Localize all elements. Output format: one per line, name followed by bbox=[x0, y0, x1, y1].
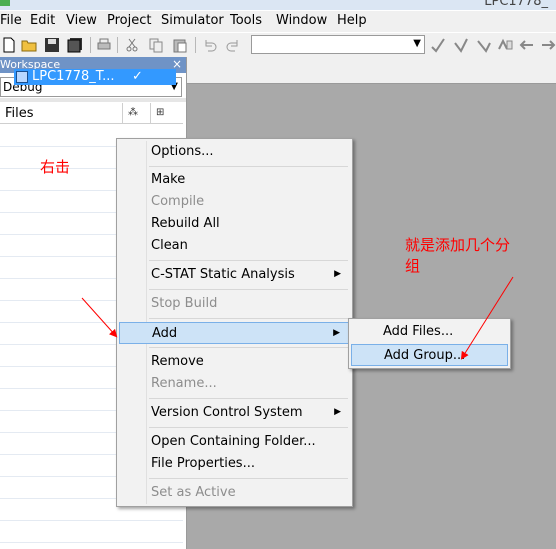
workspace-divider bbox=[0, 98, 186, 102]
menu-separator bbox=[149, 289, 348, 290]
menu-item-label: Version Control System bbox=[151, 405, 303, 420]
menu-tools[interactable]: Tools bbox=[230, 13, 262, 28]
options-column-icon[interactable]: ⊞ bbox=[156, 107, 164, 118]
annotation-add-group-line2: 组 bbox=[405, 257, 421, 275]
app-icon bbox=[0, 0, 10, 6]
menu-view[interactable]: View bbox=[66, 13, 97, 28]
undo-icon[interactable] bbox=[202, 37, 218, 53]
copy-icon[interactable] bbox=[148, 37, 164, 53]
add-submenu: Add Files... Add Group... bbox=[348, 318, 511, 369]
paste-icon[interactable] bbox=[172, 37, 188, 53]
menu-item-add-group[interactable]: Add Group... bbox=[351, 344, 508, 366]
print-icon[interactable] bbox=[96, 37, 112, 53]
files-header-label: Files bbox=[5, 106, 34, 121]
search-combo[interactable]: ▼ bbox=[251, 35, 425, 54]
menu-item-make[interactable]: Make bbox=[119, 169, 350, 191]
menu-item-version-control[interactable]: Version Control System ▶ bbox=[119, 402, 350, 424]
menu-edit[interactable]: Edit bbox=[30, 13, 55, 28]
menu-item-compile[interactable]: Compile bbox=[119, 191, 350, 213]
open-folder-icon[interactable] bbox=[21, 37, 37, 53]
menu-item-c-stat[interactable]: C-STAT Static Analysis ▶ bbox=[119, 264, 350, 286]
next-bookmark-icon[interactable] bbox=[476, 37, 492, 53]
navigate-back-icon[interactable] bbox=[519, 37, 535, 53]
save-icon[interactable] bbox=[44, 37, 60, 53]
context-menu: Options... Make Compile Rebuild All Clea… bbox=[116, 138, 353, 507]
cut-icon[interactable] bbox=[124, 37, 140, 53]
submenu-arrow-icon: ▶ bbox=[333, 328, 340, 338]
menu-item-rebuild-all[interactable]: Rebuild All bbox=[119, 213, 350, 235]
menu-help[interactable]: Help bbox=[337, 13, 367, 28]
column-divider bbox=[150, 103, 151, 123]
chevron-down-icon: ▼ bbox=[413, 38, 421, 49]
toolbar-separator bbox=[90, 37, 91, 53]
navigate-forward-icon[interactable] bbox=[540, 37, 556, 53]
menu-separator bbox=[149, 398, 348, 399]
submenu-arrow-icon: ▶ bbox=[334, 269, 341, 279]
menu-item-open-containing-folder[interactable]: Open Containing Folder... bbox=[119, 431, 350, 453]
menu-item-label: File Properties... bbox=[151, 456, 255, 471]
project-check: ✓ bbox=[132, 69, 143, 84]
toggle-bookmark-icon[interactable] bbox=[430, 37, 446, 53]
menu-file[interactable]: File bbox=[0, 13, 22, 28]
menu-separator bbox=[149, 347, 348, 348]
project-cube-icon bbox=[16, 71, 28, 83]
editor-tab-bar bbox=[187, 57, 556, 84]
toolbar-separator bbox=[195, 37, 196, 53]
toolbar-separator bbox=[117, 37, 118, 53]
menu-item-label: Options... bbox=[151, 144, 214, 159]
annotation-add-group-line1: 就是添加几个分 bbox=[405, 236, 511, 254]
menu-item-label: Make bbox=[151, 172, 186, 187]
menu-item-clean[interactable]: Clean bbox=[119, 235, 350, 257]
menu-item-label: Open Containing Folder... bbox=[151, 434, 316, 449]
menu-item-rename[interactable]: Rename... bbox=[119, 373, 350, 395]
menu-separator bbox=[149, 166, 348, 167]
project-name: LPC1778_T... bbox=[32, 69, 115, 84]
prev-bookmark-icon[interactable] bbox=[453, 37, 469, 53]
menu-separator bbox=[149, 478, 348, 479]
toolbar: ▼ bbox=[0, 33, 556, 58]
menu-separator bbox=[149, 260, 348, 261]
menu-simulator[interactable]: Simulator bbox=[161, 13, 224, 28]
menu-item-stop-build[interactable]: Stop Build bbox=[119, 293, 350, 315]
menu-item-label: Add bbox=[152, 326, 178, 341]
menu-project[interactable]: Project bbox=[107, 13, 151, 28]
menu-item-label: Compile bbox=[151, 194, 205, 209]
goto-icon[interactable] bbox=[497, 37, 513, 53]
menu-item-label: Add Files... bbox=[383, 324, 454, 339]
menu-item-label: C-STAT Static Analysis bbox=[151, 267, 295, 282]
annotation-right-click: 右击 bbox=[40, 158, 71, 176]
project-tree-item[interactable]: LPC1778_T... ✓ bbox=[14, 69, 176, 85]
menu-item-label: Stop Build bbox=[151, 296, 218, 311]
menu-item-label: Clean bbox=[151, 238, 188, 253]
column-divider bbox=[122, 103, 123, 123]
files-column-header: Files ⁂ ⊞ bbox=[0, 103, 183, 124]
menu-item-remove[interactable]: Remove bbox=[119, 351, 350, 373]
menu-item-label: Set as Active bbox=[151, 485, 236, 500]
menu-separator bbox=[149, 427, 348, 428]
menu-item-label: Add Group... bbox=[384, 348, 466, 363]
title-bar: LPC1778_ bbox=[0, 0, 556, 10]
build-status-icon[interactable]: ⁂ bbox=[128, 107, 138, 118]
menu-item-options[interactable]: Options... bbox=[119, 141, 350, 163]
menu-bar: File Edit View Project Simulator Tools W… bbox=[0, 11, 556, 32]
menu-item-label: Rebuild All bbox=[151, 216, 220, 231]
menu-item-label: Remove bbox=[151, 354, 204, 369]
submenu-arrow-icon: ▶ bbox=[334, 407, 341, 417]
redo-icon[interactable] bbox=[225, 37, 241, 53]
menu-item-set-as-active[interactable]: Set as Active bbox=[119, 482, 350, 504]
menu-item-add[interactable]: Add ▶ bbox=[119, 322, 350, 344]
menu-item-label: Rename... bbox=[151, 376, 217, 391]
save-all-icon[interactable] bbox=[67, 37, 83, 53]
menu-separator bbox=[149, 318, 348, 319]
menu-item-add-files[interactable]: Add Files... bbox=[351, 321, 508, 343]
window-title: LPC1778_ bbox=[484, 0, 548, 9]
menu-window[interactable]: Window bbox=[276, 13, 327, 28]
new-file-icon[interactable] bbox=[1, 37, 17, 53]
menu-item-file-properties[interactable]: File Properties... bbox=[119, 453, 350, 475]
